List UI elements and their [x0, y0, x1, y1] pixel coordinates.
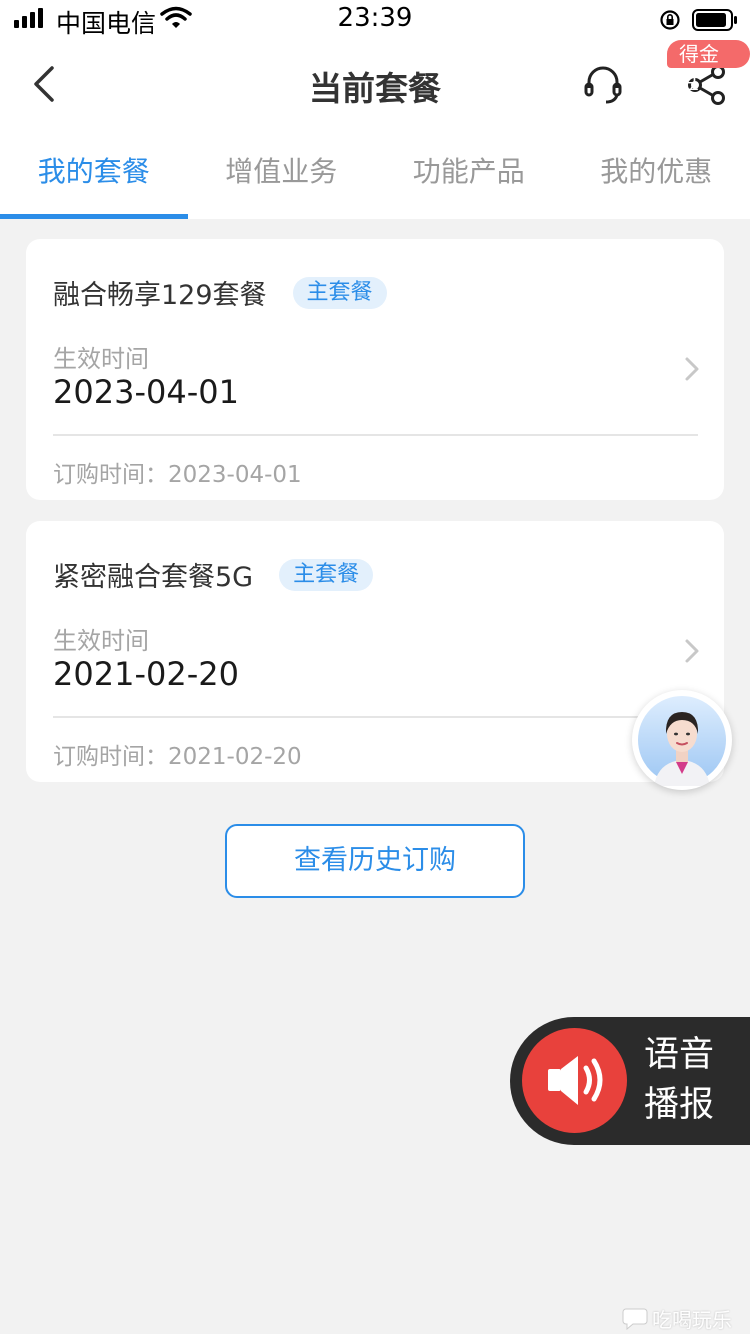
voice-line-1: 语音 [644, 1035, 715, 1075]
tab-label: 我的优惠 [600, 155, 713, 188]
tab-label: 我的套餐 [37, 155, 150, 188]
order-time: 订购时间：2023-04-01 [53, 455, 302, 489]
assistant-portrait-icon [634, 692, 730, 788]
rotation-lock-icon [660, 10, 680, 30]
tab-underline [0, 214, 188, 219]
status-bar: 中国电信 23:39 [0, 0, 750, 40]
page-title: 当前套餐 [309, 69, 441, 108]
order-date: 2021-02-20 [168, 744, 302, 770]
tab-label: 增值业务 [225, 155, 338, 188]
voice-line-2: 播报 [644, 1085, 715, 1125]
speaker-icon [548, 1056, 603, 1105]
voice-broadcast-panel[interactable]: 语音 播报 [510, 1017, 750, 1145]
package-title-row: 融合畅享129套餐 主套餐 [53, 273, 387, 312]
view-history-button[interactable]: 查看历史订购 [225, 824, 525, 898]
effective-date: 2023-04-01 [53, 373, 239, 411]
gold-bean-badge[interactable]: 得金豆 [667, 40, 750, 94]
package-card[interactable]: 紧密融合套餐5G 主套餐 生效时间 2021-02-20 订购时间：2021-0… [26, 521, 724, 782]
main-package-tag: 主套餐 [279, 558, 374, 591]
voice-broadcast-button[interactable] [522, 1028, 627, 1133]
watermark-logo-icon [622, 1308, 648, 1330]
watermark-text: 吃喝玩乐网 [652, 1308, 732, 1332]
divider [53, 716, 698, 718]
package-name: 融合畅享129套餐 [53, 280, 267, 311]
clock: 23:39 [337, 3, 413, 33]
assistant-avatar[interactable] [632, 690, 732, 790]
divider [53, 434, 698, 436]
order-time: 订购时间：2021-02-20 [53, 737, 302, 771]
package-title-row: 紧密融合套餐5G 主套餐 [53, 555, 374, 594]
order-label: 订购时间： [53, 462, 168, 488]
tab-bar: 我的套餐 增值业务 功能产品 我的优惠 [0, 130, 750, 219]
package-name: 紧密融合套餐5G [53, 562, 254, 593]
voice-broadcast-label: 语音 播报 [644, 1030, 734, 1130]
effective-date: 2021-02-20 [53, 655, 239, 693]
tab-value-added[interactable]: 增值业务 [188, 130, 376, 219]
order-date: 2023-04-01 [168, 462, 302, 488]
tab-my-package[interactable]: 我的套餐 [0, 130, 188, 219]
battery-icon [692, 9, 737, 31]
package-card[interactable]: 融合畅享129套餐 主套餐 生效时间 2023-04-01 订购时间：2023-… [26, 239, 724, 500]
chevron-right-icon [685, 357, 699, 381]
tab-label: 功能产品 [412, 155, 525, 188]
order-label: 订购时间： [53, 744, 168, 770]
tab-my-offers[interactable]: 我的优惠 [563, 130, 750, 219]
chevron-right-icon [685, 639, 699, 663]
tab-function-products[interactable]: 功能产品 [375, 130, 563, 219]
effective-label: 生效时间 [53, 345, 149, 373]
main-package-tag: 主套餐 [292, 276, 387, 309]
headset-icon[interactable] [580, 62, 626, 108]
effective-label: 生效时间 [53, 627, 149, 655]
nav-bar: 当前套餐 得金豆 [0, 40, 750, 130]
